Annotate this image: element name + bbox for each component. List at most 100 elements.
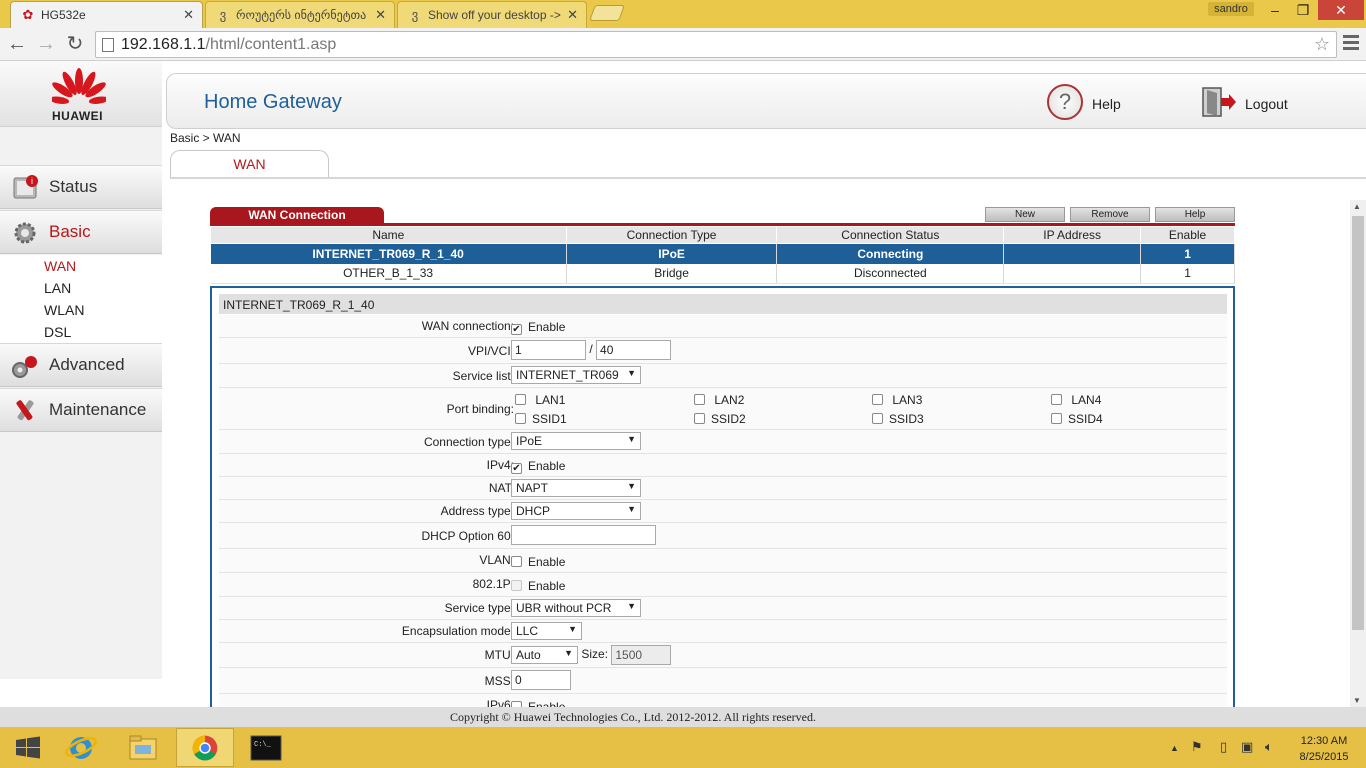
close-tab-icon[interactable]: ✕ [183, 7, 194, 23]
dhcp60-input[interactable] [511, 525, 656, 545]
browser-tab-hg532e[interactable]: ✿ HG532e ✕ [10, 1, 203, 28]
address-type-select[interactable]: DHCP ▼ [511, 502, 641, 520]
back-arrow-icon[interactable]: ← [5, 33, 29, 55]
mtu-size-input[interactable]: 1500 [611, 645, 672, 665]
port-ssid3[interactable]: SSID3 [872, 412, 924, 426]
tab-wan[interactable]: WAN [170, 150, 329, 178]
cell-status: Connecting [776, 243, 1005, 264]
address-bar[interactable]: 192.168.1.1/html/content1.asp ☆ [95, 31, 1337, 58]
row-vpivci: VPI/VCI: 1 / 40 [219, 338, 1227, 364]
vpi-input[interactable]: 1 [511, 340, 586, 360]
cell-name: INTERNET_TR069_R_1_40 [210, 243, 567, 264]
maximize-icon[interactable]: ❐ [1290, 0, 1316, 20]
row-service-type: Service type: UBR without PCR ▼ [219, 597, 1227, 620]
cell-enable: 1 [1140, 243, 1235, 264]
port-lan4[interactable]: LAN4 [1051, 393, 1101, 407]
row-connection-type: Connection type: IPoE ▼ [219, 430, 1227, 454]
ipv4-label: IPv4: [486, 458, 514, 472]
submenu-dsl[interactable]: DSL [0, 321, 162, 343]
menu-maintenance[interactable]: Maintenance [0, 388, 162, 432]
browser-tab-router[interactable]: ვ როუტერს ინტერნეტთა ✕ [205, 1, 395, 28]
service-list-label: Service list: [452, 369, 514, 383]
vlan-field: Enable [511, 555, 565, 569]
action-center-flag-icon[interactable]: ⚑ [1191, 739, 1203, 755]
sidebar: HUAWEI i Status Basic WAN LAN WLAN DSL A… [0, 61, 162, 679]
close-tab-icon[interactable]: ✕ [567, 7, 578, 23]
address-type-field: DHCP ▼ [511, 502, 641, 520]
show-hidden-icons[interactable]: ▲ [1170, 743, 1179, 753]
nat-select[interactable]: NAPT ▼ [511, 479, 641, 497]
scroll-thumb[interactable] [1352, 216, 1364, 630]
vertical-scrollbar[interactable]: ▲ ▼ [1350, 200, 1366, 707]
router-page: HUAWEI i Status Basic WAN LAN WLAN DSL A… [0, 61, 1366, 707]
connection-type-select[interactable]: IPoE ▼ [511, 432, 641, 450]
forward-arrow-icon[interactable]: → [34, 33, 58, 55]
menu-status[interactable]: i Status [0, 165, 162, 209]
service-list-select[interactable]: INTERNET_TR069 ▼ [511, 366, 641, 384]
ipv6-field: Enable [511, 700, 565, 707]
port-ssid1[interactable]: SSID1 [515, 412, 567, 426]
ipv4-enable-checkbox[interactable]: ✔ [511, 463, 522, 474]
vci-input[interactable]: 40 [596, 340, 672, 360]
tab-title: HG532e [41, 8, 86, 22]
volume-icon[interactable]: 🔈︎ [1265, 739, 1273, 755]
windows-start-icon[interactable] [0, 728, 58, 767]
chrome-taskbar-icon[interactable] [176, 728, 234, 767]
cell-name: OTHER_B_1_33 [210, 263, 567, 284]
menu-advanced[interactable]: Advanced [0, 343, 162, 387]
battery-icon[interactable]: ▯ [1220, 739, 1227, 755]
mtu-label: MTU: [484, 648, 514, 662]
new-button[interactable]: New [985, 207, 1065, 222]
submenu-wlan[interactable]: WLAN [0, 299, 162, 321]
file-explorer-icon[interactable] [114, 728, 172, 767]
row-ipv4: IPv4: ✔ Enable [219, 454, 1227, 477]
port-ssid2[interactable]: SSID2 [694, 412, 746, 426]
submenu-lan[interactable]: LAN [0, 277, 162, 299]
column-header: IP Address [1003, 226, 1142, 244]
remove-button[interactable]: Remove [1070, 207, 1150, 222]
service-type-label: Service type: [444, 601, 514, 615]
service-type-select[interactable]: UBR without PCR ▼ [511, 599, 641, 617]
wan-connection-field: ✔ Enable [511, 320, 566, 335]
minimize-icon[interactable]: – [1262, 0, 1288, 20]
scroll-up-icon[interactable]: ▲ [1353, 202, 1361, 211]
column-header: Connection Type [565, 226, 778, 244]
profile-badge[interactable]: sandro [1208, 2, 1254, 16]
chrome-menu-icon[interactable] [1343, 35, 1359, 53]
mtu-select[interactable]: Auto ▼ [511, 646, 578, 664]
copyright-footer: Copyright © Huawei Technologies Co., Ltd… [0, 707, 1366, 727]
table-row[interactable]: INTERNET_TR069_R_1_40 IPoE Connecting 1 [210, 243, 1235, 264]
close-window-icon[interactable]: ✕ [1318, 0, 1364, 20]
mss-input[interactable]: 0 [511, 670, 571, 690]
georgian-favicon-icon: ვ [219, 7, 227, 22]
scroll-down-icon[interactable]: ▼ [1353, 696, 1361, 705]
port-ssid4[interactable]: SSID4 [1051, 412, 1103, 426]
connection-type-label: Connection type: [423, 435, 514, 449]
internet-explorer-icon[interactable] [52, 728, 110, 767]
browser-toolbar: ← → ↻ 192.168.1.1/html/content1.asp ☆ [0, 28, 1366, 61]
close-tab-icon[interactable]: ✕ [375, 7, 386, 23]
menu-basic[interactable]: Basic [0, 210, 162, 254]
row-wan-connection: WAN connection: ✔ Enable [219, 315, 1227, 338]
network-icon[interactable]: ▣ [1241, 739, 1253, 755]
table-row[interactable]: OTHER_B_1_33 Bridge Disconnected 1 [210, 263, 1235, 284]
port-lan1[interactable]: LAN1 [515, 393, 565, 407]
table-header-row: Name Connection Type Connection Status I… [210, 226, 1235, 244]
bookmark-star-icon[interactable]: ☆ [1314, 34, 1330, 55]
system-clock[interactable]: 12:30 AM 8/25/2015 [1289, 733, 1359, 765]
help-button[interactable]: Help [1155, 207, 1235, 222]
wan-enable-checkbox[interactable]: ✔ [511, 324, 522, 335]
submenu-wan[interactable]: WAN [0, 255, 162, 277]
port-lan3[interactable]: LAN3 [872, 393, 922, 407]
vlan-enable-checkbox[interactable] [511, 556, 522, 567]
reload-icon[interactable]: ↻ [63, 33, 87, 55]
new-tab-button[interactable] [589, 5, 625, 21]
wan-connection-label: WAN connection: [421, 319, 514, 333]
browser-tab-desktop[interactable]: ვ Show off your desktop -> ✕ [397, 1, 587, 28]
command-prompt-icon[interactable]: C:\_ [237, 728, 295, 767]
row-mss: MSS: 0 [219, 668, 1227, 694]
dot1p-enable-checkbox[interactable] [511, 580, 522, 591]
port-lan2[interactable]: LAN2 [694, 393, 744, 407]
clock-date: 8/25/2015 [1299, 751, 1349, 763]
encap-select[interactable]: LLC ▼ [511, 622, 582, 640]
